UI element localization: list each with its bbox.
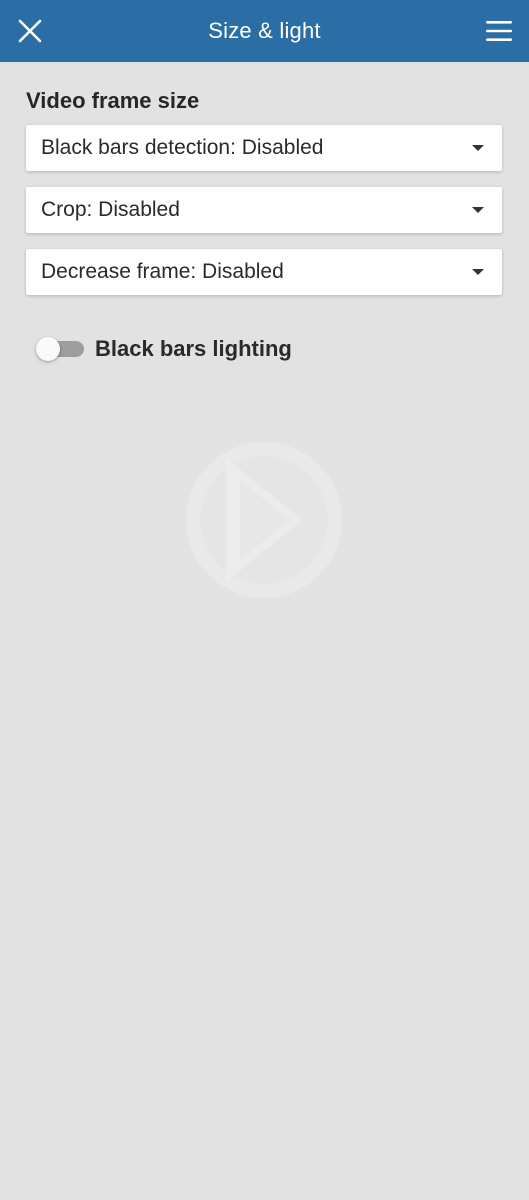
app-bar: Size & light (0, 0, 529, 62)
black-bars-detection-label: Black bars detection: Disabled (41, 136, 324, 159)
section-title-video-frame-size: Video frame size (26, 88, 200, 113)
crop-select[interactable]: Crop: Disabled (26, 187, 502, 233)
black-bars-lighting-row: Black bars lighting (36, 330, 292, 368)
black-bars-lighting-label: Black bars lighting (95, 336, 292, 361)
decrease-frame-select[interactable]: Decrease frame: Disabled (26, 249, 502, 295)
hamburger-menu-icon (486, 21, 512, 41)
black-bars-detection-select[interactable]: Black bars detection: Disabled (26, 125, 502, 171)
menu-button[interactable] (479, 11, 519, 51)
decrease-frame-label: Decrease frame: Disabled (41, 260, 284, 283)
play-logo-icon (186, 442, 342, 598)
dropdown-arrow-icon (472, 145, 484, 151)
dropdown-arrow-icon (472, 207, 484, 213)
dropdown-arrow-icon (472, 269, 484, 275)
black-bars-lighting-toggle[interactable] (36, 330, 86, 368)
page-title: Size & light (208, 18, 321, 43)
toggle-thumb (36, 337, 60, 361)
crop-label: Crop: Disabled (41, 198, 180, 221)
